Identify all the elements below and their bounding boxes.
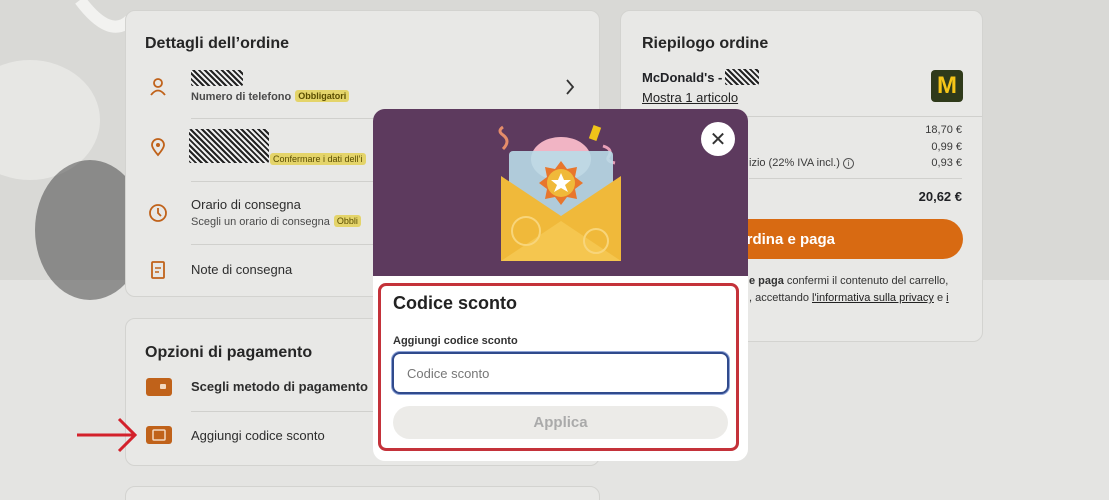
close-modal-button[interactable]: ✕: [701, 122, 735, 156]
legal-bold: e paga: [749, 275, 784, 287]
confirm-address-badge: Confermare i dati dell’i: [270, 153, 366, 165]
service-fee-value: 0,93 €: [931, 157, 962, 169]
envelope-illustration: [498, 125, 621, 261]
terms-link[interactable]: i: [946, 292, 948, 304]
coupon-icon: [146, 426, 172, 444]
show-items-link[interactable]: Mostra 1 articolo: [642, 90, 738, 105]
order-details-title: Dettagli dell’ordine: [145, 35, 290, 52]
phone-label: Numero di telefono Obbligatori: [191, 90, 350, 103]
redacted-address: [189, 129, 269, 163]
legal-text: confermi il contenuto del carrello,: [783, 275, 949, 287]
legal-text-line2: , accettando l'informativa sulla privacy…: [749, 292, 949, 304]
delivery-time-title: Orario di consegna: [191, 197, 301, 212]
red-arrow-icon: [77, 417, 138, 453]
legal-text: e: [933, 292, 947, 304]
delivery-time-sub: Scegli un orario di consegna Obbli: [191, 215, 361, 228]
required-badge: Obbli: [333, 215, 361, 227]
restaurant-name: McDonald's -: [642, 70, 723, 85]
legal-text: , accettando: [749, 292, 812, 304]
bottom-card: [125, 486, 600, 500]
modal-title: Codice sconto: [393, 293, 518, 313]
legal-text-line1: e paga confermi il contenuto del carrell…: [749, 275, 948, 287]
order-and-pay-label: Ordina e paga: [734, 230, 835, 248]
location-pin-icon: [151, 138, 165, 157]
delivery-fee-value: 0,99 €: [931, 141, 962, 153]
payment-options-title: Opzioni di pagamento: [145, 344, 313, 361]
divider: [749, 178, 962, 179]
phone-row[interactable]: Numero di telefono Obbligatori: [144, 70, 581, 111]
choose-payment-method: Scegli metodo di pagamento: [191, 379, 368, 394]
discount-code-modal: ✕ Codice sconto Aggiungi codice sconto A…: [373, 109, 748, 461]
total-value: 20,62 €: [918, 189, 962, 204]
modal-header-illustration-area: ✕: [373, 109, 748, 276]
discount-code-input[interactable]: [392, 352, 729, 394]
person-icon: [150, 78, 166, 96]
privacy-link[interactable]: l'informativa sulla privacy: [812, 292, 934, 304]
wallet-icon: [146, 378, 172, 396]
mcdonalds-logo: M: [931, 70, 963, 102]
delivery-notes-label: Note di consegna: [191, 262, 293, 277]
required-badge: Obbligatori: [295, 90, 350, 102]
redacted-restaurant: [725, 69, 759, 85]
add-discount-code: Aggiungi codice sconto: [191, 428, 325, 443]
info-icon[interactable]: i: [842, 158, 854, 169]
apply-button[interactable]: Applica: [393, 406, 728, 439]
chevron-right-icon[interactable]: [565, 79, 575, 95]
redacted-phone: [191, 70, 243, 86]
notes-icon: [151, 261, 165, 279]
subtotal-value: 18,70 €: [925, 124, 962, 136]
close-icon: ✕: [709, 128, 727, 151]
discount-input-label: Aggiungi codice sconto: [393, 335, 518, 347]
clock-icon: [149, 204, 167, 222]
order-summary-title: Riepilogo ordine: [642, 35, 769, 52]
service-fee-label: izio (22% IVA incl.) i: [749, 157, 854, 169]
